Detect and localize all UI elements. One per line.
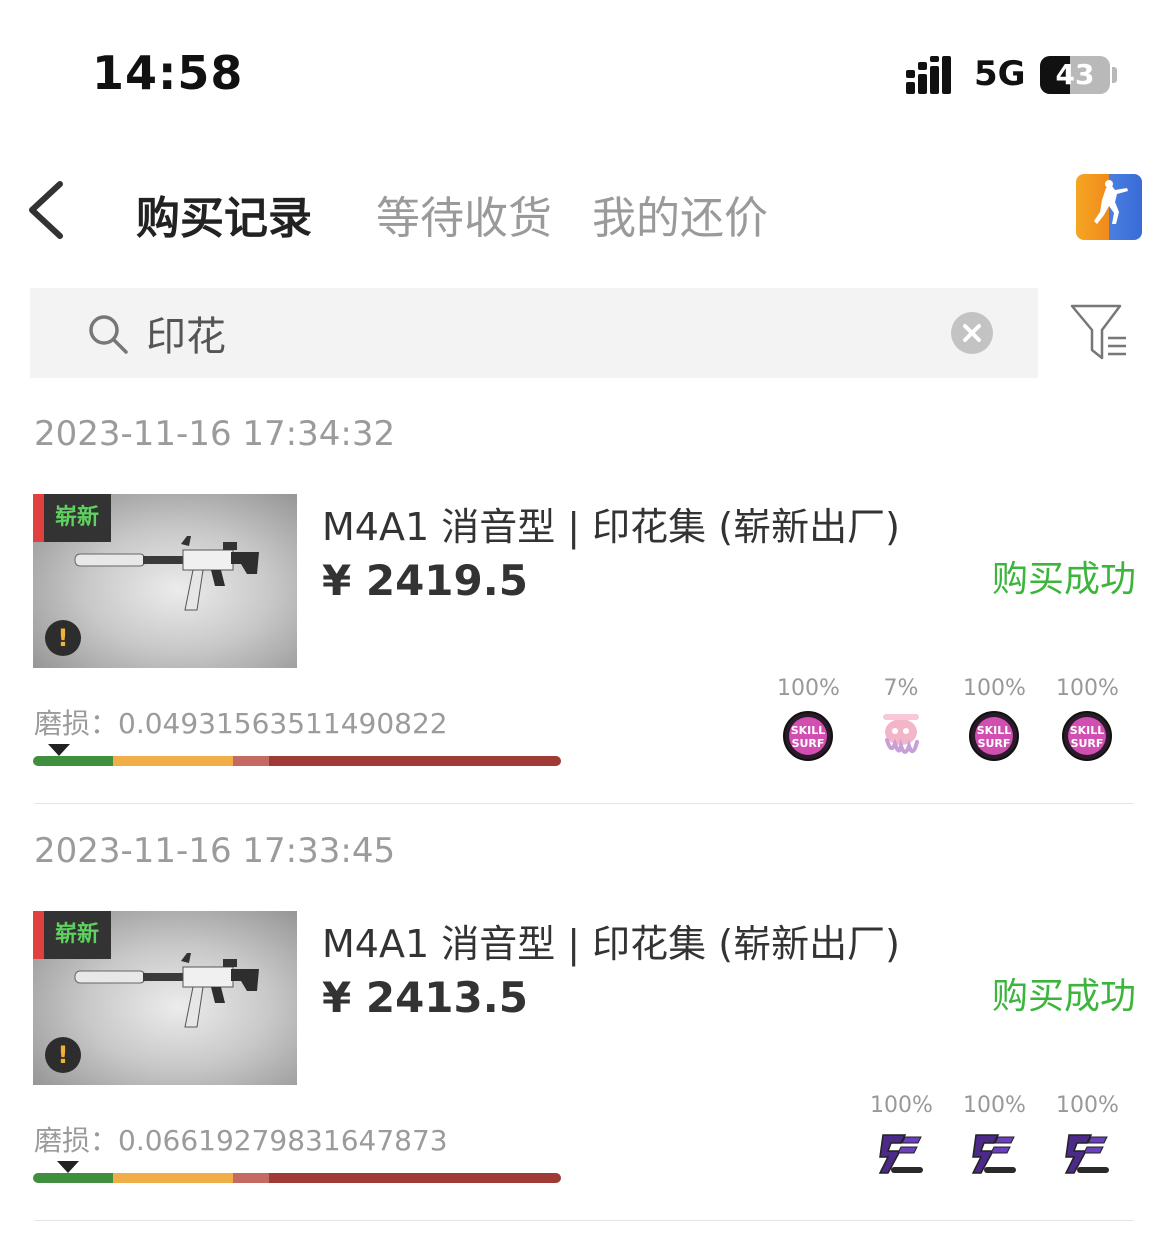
back-arrow-icon[interactable] xyxy=(24,178,74,242)
sticker-wear-percent: 100% xyxy=(963,1093,1026,1118)
team-logo-sticker-icon xyxy=(878,1134,923,1174)
skill-surf-sticker-icon: SKILLSURF xyxy=(783,711,833,761)
warning-icon[interactable]: ! xyxy=(45,620,81,656)
battery-icon: 43 xyxy=(1040,56,1110,94)
purchase-status: 购买成功 xyxy=(992,976,1137,1017)
rifle-image-icon xyxy=(74,953,259,1028)
tab-purchase-records[interactable]: 购买记录 xyxy=(136,182,312,246)
wear-value: 磨损：0.04931563511490822 xyxy=(34,702,448,742)
record-time: 2023-11-16 17:33:45 xyxy=(34,831,396,871)
wear-pointer xyxy=(56,1161,79,1173)
record-time: 2023-11-16 17:34:32 xyxy=(34,414,396,454)
divider xyxy=(34,1220,1134,1221)
item-thumbnail[interactable]: 崭新 ! xyxy=(33,494,297,668)
sticker[interactable]: 7% xyxy=(870,676,932,762)
filter-icon[interactable] xyxy=(1068,300,1130,364)
team-logo-sticker-icon xyxy=(1064,1134,1109,1174)
skill-surf-sticker-icon: SKILLSURF xyxy=(969,711,1019,761)
record-item[interactable]: 2023-11-16 17:34:32 崭新 ! M4A1 消音型 | 印花集 … xyxy=(0,414,1170,831)
search-bar xyxy=(30,288,1038,378)
wear-pointer xyxy=(48,744,71,756)
warning-icon[interactable]: ! xyxy=(45,1037,81,1073)
svg-text:SKILL: SKILL xyxy=(791,724,826,737)
item-price: ¥ 2419.5 xyxy=(322,556,528,605)
item-name: M4A1 消音型 | 印花集 (崭新出厂) xyxy=(322,505,900,549)
exterior-badge: 崭新 xyxy=(33,911,112,959)
sticker[interactable]: 100% SKILL SURF xyxy=(777,676,840,762)
sticker-wear-percent: 7% xyxy=(883,676,919,701)
sticker-wear-percent: 100% xyxy=(1056,1093,1119,1118)
header: 购买记录 等待收货 我的还价 xyxy=(0,160,1170,260)
battery-percent: 43 xyxy=(1055,58,1095,91)
sticker-wear-percent: 100% xyxy=(777,676,840,701)
item-price: ¥ 2413.5 xyxy=(322,973,528,1022)
network-type: 5G xyxy=(974,54,1026,94)
rifle-image-icon xyxy=(74,536,259,611)
skill-surf-sticker-icon: SKILLSURF xyxy=(1062,711,1112,761)
sticker-wear-percent: 100% xyxy=(1056,676,1119,701)
svg-text:SKILL: SKILL xyxy=(977,724,1012,737)
search-icon xyxy=(89,315,128,354)
sticker-wear-percent: 100% xyxy=(963,676,1026,701)
wear-bar xyxy=(33,756,561,766)
counter-strike-icon[interactable] xyxy=(1076,174,1142,240)
wear-value: 磨损：0.06619279831647873 xyxy=(34,1119,448,1159)
exterior-badge: 崭新 xyxy=(33,494,112,542)
svg-text:SURF: SURF xyxy=(1071,737,1104,750)
svg-text:SURF: SURF xyxy=(978,737,1011,750)
sticker-wear-percent: 100% xyxy=(870,1093,933,1118)
tab-my-offers[interactable]: 我的还价 xyxy=(592,182,768,246)
signal-icon xyxy=(906,56,960,94)
sticker[interactable]: 100% SKILL SURF xyxy=(963,676,1026,762)
clear-search-icon[interactable] xyxy=(951,312,993,354)
exterior-badge-label: 崭新 xyxy=(55,505,100,530)
search-input[interactable] xyxy=(146,300,946,366)
battery-tip xyxy=(1112,67,1117,83)
team-logo-sticker-icon xyxy=(971,1134,1016,1174)
sticker[interactable]: 100% SKILL SURF xyxy=(1056,676,1119,762)
status-bar: 14:58 5G 43 xyxy=(0,0,1170,140)
tab-awaiting-receipt[interactable]: 等待收货 xyxy=(376,182,552,246)
purchase-status: 购买成功 xyxy=(992,559,1137,600)
sticker[interactable]: 100% xyxy=(870,1093,933,1179)
wear-label: 磨损： xyxy=(34,707,119,740)
wear-number: 0.04931563511490822 xyxy=(118,707,448,740)
divider xyxy=(34,803,1134,804)
status-time: 14:58 xyxy=(92,46,244,100)
exterior-badge-label: 崭新 xyxy=(55,922,100,947)
item-thumbnail[interactable]: 崭新 ! xyxy=(33,911,297,1085)
svg-text:SURF: SURF xyxy=(792,737,825,750)
sticker[interactable]: 100% xyxy=(1056,1093,1119,1179)
sticker[interactable]: 100% xyxy=(963,1093,1026,1179)
item-name: M4A1 消音型 | 印花集 (崭新出厂) xyxy=(322,922,900,966)
svg-text:SKILL: SKILL xyxy=(1070,724,1105,737)
wear-number: 0.06619279831647873 xyxy=(118,1124,448,1157)
octopus-sticker-icon xyxy=(883,714,919,754)
wear-label: 磨损： xyxy=(34,1124,119,1157)
wear-bar xyxy=(33,1173,561,1183)
record-item[interactable]: 2023-11-16 17:33:45 崭新 ! M4A1 消音型 | 印花集 … xyxy=(0,831,1170,1244)
